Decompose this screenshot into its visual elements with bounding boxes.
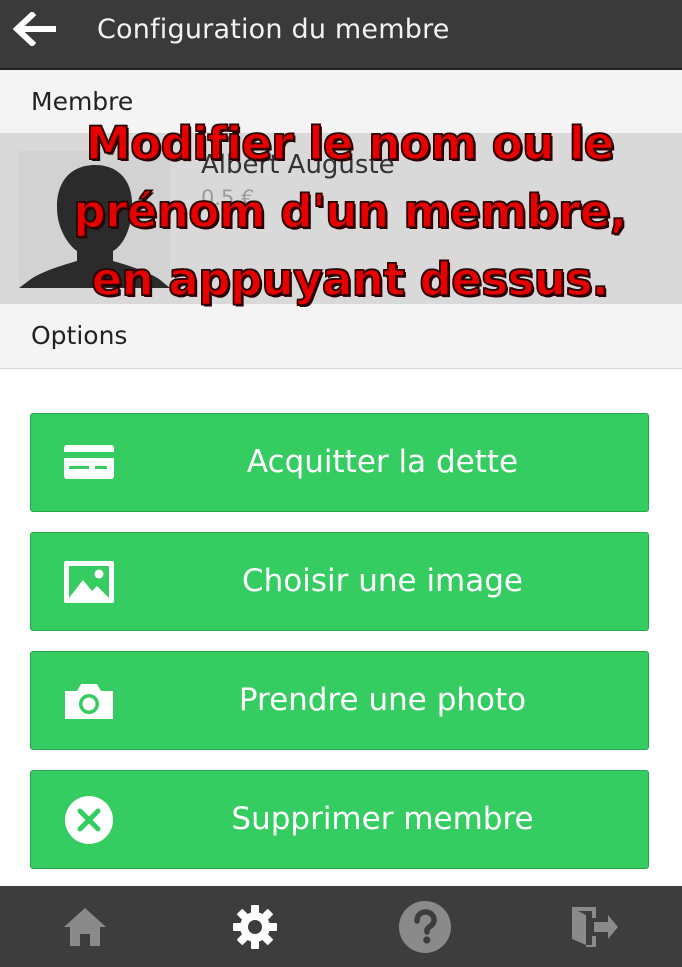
section-label-member: Membre xyxy=(31,87,134,116)
choose-image-label: Choisir une image xyxy=(241,563,523,599)
take-photo-label: Prendre une photo xyxy=(238,682,527,718)
credit-card-icon xyxy=(64,445,114,479)
person-silhouette-icon xyxy=(19,151,170,288)
pay-debt-label: Acquitter la dette xyxy=(246,444,519,480)
logout-icon xyxy=(572,906,618,947)
arrow-left-icon[interactable] xyxy=(12,12,58,46)
help-icon xyxy=(399,900,451,953)
nav-help[interactable] xyxy=(340,886,510,967)
avatar xyxy=(19,151,170,288)
nav-settings[interactable] xyxy=(170,886,340,967)
take-photo-button[interactable]: Prendre une photo xyxy=(30,651,649,750)
choose-image-button[interactable]: Choisir une image xyxy=(30,532,649,631)
nav-home[interactable] xyxy=(0,886,170,967)
section-header-options: Options xyxy=(0,304,682,369)
delete-member-button[interactable]: Supprimer membre xyxy=(30,770,649,869)
member-debt: 0.5 € xyxy=(201,186,255,210)
home-icon xyxy=(64,907,106,946)
nav-logout[interactable] xyxy=(510,886,680,967)
pay-debt-button[interactable]: Acquitter la dette xyxy=(30,413,649,512)
close-circle-icon xyxy=(65,796,113,844)
section-label-options: Options xyxy=(31,321,128,350)
member-name[interactable]: Albert Auguste xyxy=(201,150,395,180)
app-bar: Configuration du membre xyxy=(0,0,682,70)
member-row[interactable]: Albert Auguste 0.5 € xyxy=(0,134,682,304)
page-title: Configuration du membre xyxy=(97,14,450,45)
image-icon xyxy=(64,561,114,603)
gear-icon xyxy=(233,904,277,949)
delete-member-label: Supprimer membre xyxy=(231,801,534,837)
section-header-member: Membre xyxy=(0,70,682,134)
bottom-navigation xyxy=(0,886,682,967)
camera-icon xyxy=(65,684,113,719)
